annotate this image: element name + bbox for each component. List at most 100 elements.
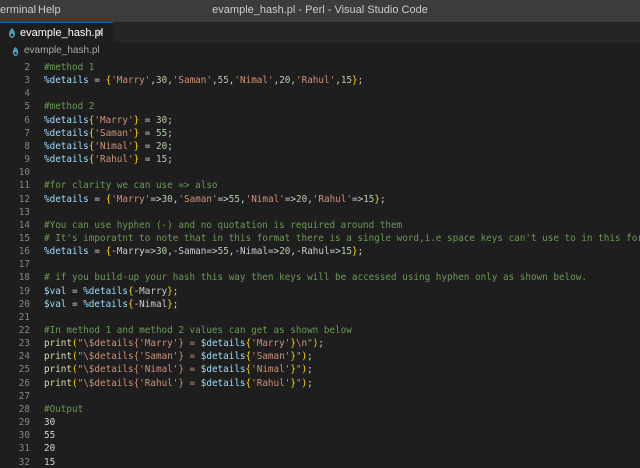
window-title: evample_hash.pl - Perl - Visual Studio C… — [212, 4, 428, 16]
line-number: 26 — [18, 377, 30, 389]
line-number: 8 — [24, 140, 30, 152]
code-line[interactable]: 26 print("\$details{'Rahul'} = $details{'… — [0, 378, 640, 391]
code-token: = — [139, 114, 156, 126]
line-number: 5 — [24, 101, 30, 113]
line-number: 28 — [18, 403, 30, 415]
code-token: 'Saman' — [94, 127, 134, 139]
code-text: 30 — [44, 417, 55, 428]
code-token: %details — [44, 75, 89, 87]
code-line[interactable]: 14 #You can use hyphen (-) and no quotati… — [0, 220, 640, 233]
code-token: 20 — [295, 193, 308, 205]
code-line[interactable]: 12 %details = {'Marry'=>30,'Saman'=>55,'N… — [0, 194, 640, 207]
line-number: 7 — [24, 127, 30, 139]
code-token: #You can use hyphen (-) and no quotation… — [44, 219, 403, 231]
code-token: 55 — [217, 75, 229, 87]
code-token: #for clarity we can use => also — [44, 180, 218, 192]
code-line[interactable]: 27 — [0, 391, 640, 404]
code-line[interactable]: 21 — [0, 312, 640, 325]
code-line[interactable]: 16 %details = {-Marry=>30,-Saman=>55,-Nim… — [0, 246, 640, 259]
code-token: 55 — [228, 193, 240, 205]
code-line[interactable]: 11 #for clarity we can use => also — [0, 180, 640, 193]
code-token: %details — [83, 298, 128, 310]
code-line[interactable]: 10 — [0, 167, 640, 180]
line-number: 10 — [18, 167, 30, 179]
line-number: 13 — [18, 206, 30, 218]
line-number: 27 — [18, 390, 30, 402]
line-number: 31 — [18, 443, 30, 455]
line-number: 15 — [18, 232, 30, 244]
code-token: %details — [44, 114, 89, 126]
code-line[interactable]: 7 %details{'Saman'} = 55; — [0, 128, 640, 141]
code-text: print("\$details{'Marry'} = $details{'Ma… — [44, 338, 324, 349]
code-line[interactable]: 20 $val = %details{-Nimal}; — [0, 299, 640, 312]
code-line[interactable]: 8 %details{'Nimal'} = 20; — [0, 141, 640, 154]
code-editor[interactable]: 2 #method 1 3 %details = {'Marry',30,'Saman… — [0, 60, 640, 468]
code-token: => — [206, 246, 218, 258]
code-line[interactable]: 15 # It's imporatnt to note that in this … — [0, 233, 640, 246]
code-token: $details — [200, 351, 246, 363]
code-token: = — [139, 140, 156, 152]
code-token: # It's imporatnt to note that in this fo… — [44, 232, 640, 244]
line-number: 30 — [18, 430, 30, 442]
code-text: print("\$details{'Rahul'} = $details{'Ra… — [44, 378, 313, 389]
code-text: 55 — [44, 430, 55, 441]
code-token: -Nimal — [234, 246, 268, 258]
code-text: # It's imporatnt to note that in this fo… — [44, 233, 640, 244]
code-token: 30 — [155, 75, 168, 87]
code-token: print — [44, 351, 72, 363]
code-line[interactable]: 31 20 — [0, 443, 640, 456]
code-text: print("\$details{'Saman'} = $details{'Sa… — [44, 351, 313, 362]
code-line[interactable]: 6 %details{'Marry'} = 30; — [0, 115, 640, 128]
code-token: => — [144, 246, 156, 258]
code-line[interactable]: 2 #method 1 — [0, 62, 640, 75]
code-text: %details = {'Marry'=>30,'Saman'=>55,'Nim… — [44, 194, 386, 205]
code-token: 'Rahul' — [296, 75, 336, 87]
code-line[interactable]: 30 55 — [0, 430, 640, 443]
code-text: 20 — [44, 443, 55, 454]
code-token: => — [351, 193, 364, 205]
code-text: #Output — [44, 404, 83, 415]
perl-file-icon — [12, 46, 19, 57]
code-line[interactable]: 4 — [0, 88, 640, 101]
line-number: 32 — [18, 456, 30, 468]
code-line[interactable]: 25 print("\$details{'Nimal'} = $details{'… — [0, 364, 640, 377]
code-token: ; — [357, 246, 364, 258]
code-line[interactable]: 18 # if you build-up your hash this way t… — [0, 272, 640, 285]
code-token: ; — [307, 351, 313, 363]
code-line[interactable]: 17 — [0, 259, 640, 272]
code-line[interactable]: 23 print("\$details{'Marry'} = $details{'… — [0, 338, 640, 351]
code-token: ; — [172, 298, 179, 310]
code-token: $details — [200, 377, 246, 389]
line-number: 16 — [18, 246, 30, 258]
code-line[interactable]: 19 $val = %details{-Marry}; — [0, 286, 640, 299]
code-token: $details — [200, 338, 246, 350]
code-line[interactable]: 13 — [0, 207, 640, 220]
code-text: %details = {-Marry=>30,-Saman=>55,-Nimal… — [44, 246, 363, 257]
code-line[interactable]: 9 %details{'Rahul'} = 15; — [0, 154, 640, 167]
tab-evample-hash[interactable]: evample_hash.pl × — [0, 22, 113, 43]
code-token: => — [150, 193, 162, 205]
code-line[interactable]: 22 #In method 1 and method 2 values can g… — [0, 325, 640, 338]
code-token: => — [329, 246, 341, 258]
line-number: 6 — [24, 114, 30, 126]
code-line[interactable]: 32 15 — [0, 457, 640, 468]
code-token: 15 — [340, 75, 353, 87]
close-icon[interactable]: × — [96, 25, 103, 39]
line-number: 9 — [24, 154, 30, 166]
code-token: 20 — [279, 246, 291, 258]
code-line[interactable]: 29 30 — [0, 417, 640, 430]
code-line[interactable]: 28 #Output — [0, 404, 640, 417]
code-line[interactable]: 3 %details = {'Marry',30,'Saman',55,'Nima… — [0, 75, 640, 88]
code-line[interactable]: 24 print("\$details{'Saman'} = $details{'… — [0, 351, 640, 364]
breadcrumb-file[interactable]: evample_hash.pl — [24, 45, 100, 56]
code-token: "\$details{'Saman'} = — [77, 351, 201, 363]
code-line[interactable]: 5 #method 2 — [0, 101, 640, 114]
code-token: => — [268, 246, 280, 258]
code-token: # if you build-up your hash this way the… — [44, 272, 587, 284]
code-token: -Saman — [172, 246, 207, 258]
line-number: 21 — [18, 311, 30, 323]
code-token: %details — [44, 154, 89, 166]
code-token: = — [88, 193, 106, 205]
code-token: #Output — [44, 403, 84, 415]
code-token: ; — [318, 338, 324, 350]
